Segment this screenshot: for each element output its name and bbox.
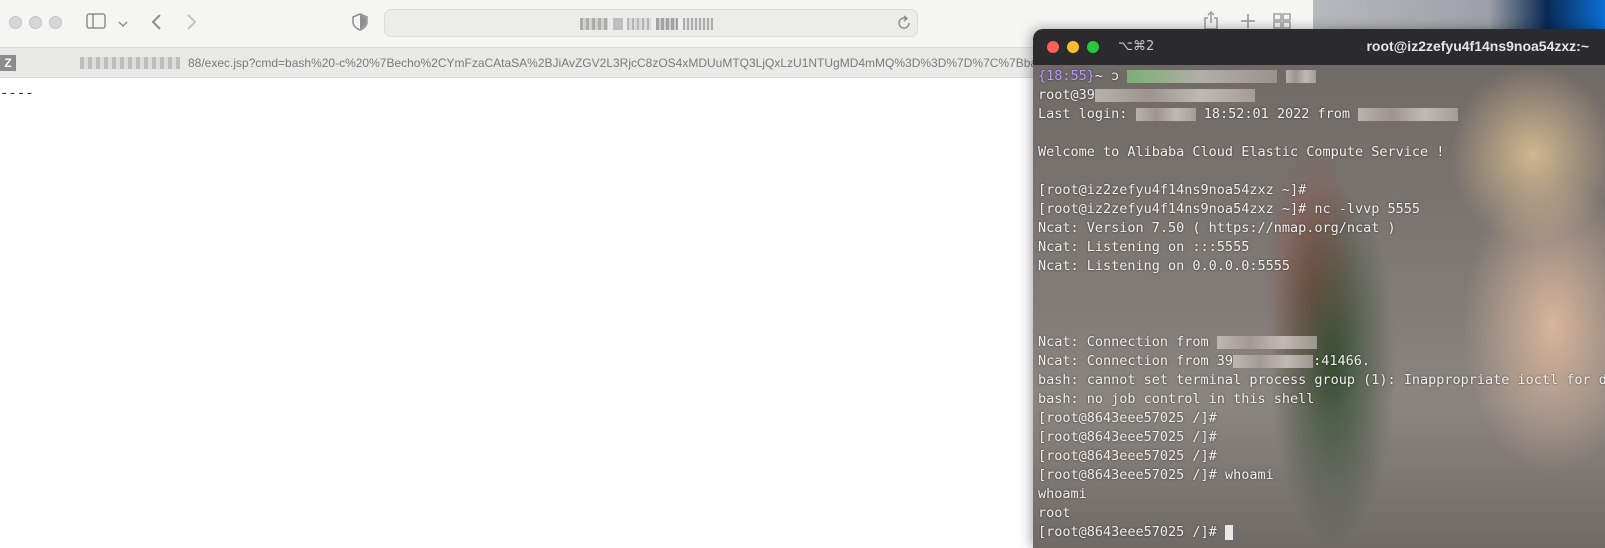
terminal-line: whoami bbox=[1038, 486, 1087, 502]
terminal-line: [root@8643eee57025 /]# bbox=[1038, 448, 1217, 464]
terminal-prompt: [root@8643eee57025 /]# bbox=[1038, 524, 1225, 540]
sidebar-toggle-icon[interactable] bbox=[86, 13, 106, 33]
terminal-line: [root@iz2zefyu4f14ns9noa54zxz ~]# bbox=[1038, 182, 1307, 198]
minimize-window-button[interactable] bbox=[29, 16, 42, 29]
terminal-close-button[interactable] bbox=[1047, 41, 1059, 53]
terminal-title: root@iz2zefyu4f14ns9noa54zxz:~ bbox=[1366, 38, 1589, 54]
tab-favicon: Z bbox=[0, 55, 16, 71]
reload-icon[interactable] bbox=[897, 15, 911, 35]
terminal-line: bash: no job control in this shell bbox=[1038, 391, 1315, 407]
address-host bbox=[580, 15, 713, 30]
terminal-line: Ncat: Connection from bbox=[1038, 334, 1209, 350]
terminal-line: [root@iz2zefyu4f14ns9noa54zxz ~]# nc -lv… bbox=[1038, 201, 1421, 217]
close-window-button[interactable] bbox=[9, 16, 22, 29]
chevron-down-icon[interactable] bbox=[118, 14, 128, 33]
terminal-output: {18:55}~ ɔ root@39 Last login: 18:52:01 … bbox=[1038, 67, 1605, 542]
terminal-window: ⌥⌘2 root@iz2zefyu4f14ns9noa54zxz:~ {18:5… bbox=[1033, 29, 1605, 548]
terminal-tab-shortcut: ⌥⌘2 bbox=[1118, 39, 1155, 54]
terminal-line: Ncat: Connection from 39 bbox=[1038, 353, 1234, 369]
terminal-line: [root@8643eee57025 /]# whoami bbox=[1038, 467, 1274, 483]
privacy-shield-icon[interactable] bbox=[352, 13, 368, 35]
blurred-host bbox=[80, 57, 180, 69]
desktop-background bbox=[1313, 0, 1605, 30]
terminal-cursor bbox=[1224, 524, 1233, 540]
zoom-window-button[interactable] bbox=[49, 16, 62, 29]
address-bar[interactable] bbox=[384, 9, 918, 37]
page-content: ---- bbox=[0, 86, 34, 102]
terminal-line: Last login: bbox=[1038, 106, 1136, 122]
terminal-line: Welcome to Alibaba Cloud Elastic Compute… bbox=[1038, 144, 1445, 160]
terminal-titlebar: ⌥⌘2 root@iz2zefyu4f14ns9noa54zxz:~ bbox=[1033, 29, 1605, 66]
terminal-zoom-button[interactable] bbox=[1087, 41, 1099, 53]
terminal-line: root@39 bbox=[1038, 87, 1095, 103]
terminal-line: root bbox=[1038, 505, 1071, 521]
terminal-line: Ncat: Version 7.50 ( https://nmap.org/nc… bbox=[1038, 220, 1396, 236]
terminal-line: bash: cannot set terminal process group … bbox=[1038, 372, 1605, 388]
terminal-line: Ncat: Listening on 0.0.0.0:5555 bbox=[1038, 258, 1290, 274]
forward-button[interactable] bbox=[186, 13, 198, 35]
terminal-body[interactable]: {18:55}~ ɔ root@39 Last login: 18:52:01 … bbox=[1033, 65, 1605, 548]
terminal-line: [root@8643eee57025 /]# bbox=[1038, 410, 1217, 426]
back-button[interactable] bbox=[150, 13, 162, 35]
terminal-line: Ncat: Listening on :::5555 bbox=[1038, 239, 1250, 255]
prompt-time: {18:55} bbox=[1038, 68, 1095, 84]
terminal-line: [root@8643eee57025 /]# bbox=[1038, 429, 1217, 445]
terminal-minimize-button[interactable] bbox=[1067, 41, 1079, 53]
